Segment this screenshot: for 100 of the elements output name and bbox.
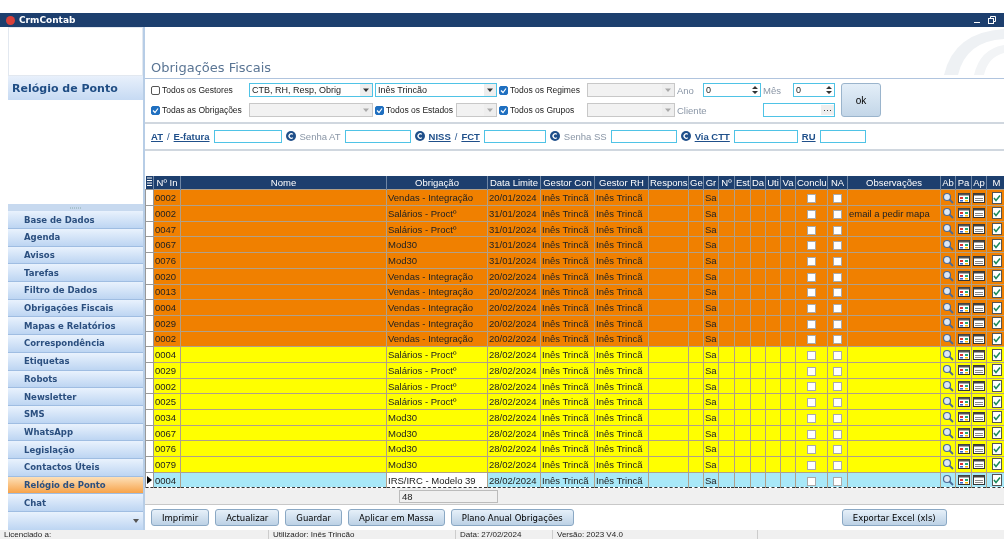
grid-icon[interactable] [957, 442, 970, 455]
ctt-link[interactable]: Via CTT [694, 130, 730, 142]
checked-document-icon[interactable] [990, 254, 1003, 267]
dropdown-caret-icon[interactable] [360, 84, 372, 97]
at-link[interactable]: AT [151, 130, 163, 142]
grid-icon[interactable] [957, 332, 970, 345]
at-field[interactable] [213, 129, 282, 143]
checkbox[interactable] [833, 304, 842, 314]
window-icon[interactable] [973, 223, 985, 236]
password-field[interactable] [610, 129, 677, 143]
checkbox[interactable] [833, 460, 842, 470]
grid-icon[interactable] [957, 191, 970, 204]
grid-icon[interactable] [957, 223, 970, 236]
window-icon[interactable] [973, 442, 985, 455]
niss-field[interactable] [483, 129, 546, 143]
export-button[interactable]: Exportar Excel (xls) [841, 509, 947, 526]
action-button[interactable]: Imprimir [151, 509, 210, 526]
magnifier-icon[interactable] [942, 474, 954, 487]
checkbox[interactable] [807, 445, 816, 455]
password-field[interactable] [344, 129, 411, 143]
sidebar-item[interactable]: Legislação [8, 441, 143, 459]
grid-icon[interactable] [957, 395, 970, 408]
magnifier-icon[interactable] [942, 348, 954, 361]
checkbox[interactable] [807, 194, 816, 204]
window-icon[interactable] [973, 380, 985, 392]
window-icon[interactable] [973, 474, 985, 487]
checked-document-icon[interactable] [990, 238, 1003, 251]
checkbox[interactable] [807, 398, 816, 408]
checkbox[interactable] [833, 476, 842, 486]
checkbox[interactable] [833, 241, 842, 251]
grid-icon[interactable] [957, 348, 970, 361]
sidebar-item[interactable]: Correspondência [8, 335, 143, 353]
manager-dropdown[interactable]: Inês Trincão [375, 83, 497, 98]
grid-row[interactable]: 0002 Vendas - Integração 20/01/2024 Inês Trincã Inês Trincã Sa [145, 189, 1004, 206]
checkbox[interactable] [833, 366, 842, 376]
sidebar-item[interactable]: Mapas e Relatórios [8, 317, 143, 336]
action-button[interactable]: Aplicar em Massa [348, 509, 445, 526]
copy-icon[interactable] [285, 131, 296, 142]
magnifier-icon[interactable] [942, 270, 954, 283]
column-header[interactable]: Conclu [795, 176, 828, 190]
window-icon[interactable] [973, 364, 985, 377]
window-icon[interactable] [973, 332, 985, 345]
checkbox[interactable] [833, 413, 842, 423]
grid-icon[interactable] [957, 427, 970, 440]
checkbox[interactable] [807, 366, 816, 376]
checkbox[interactable] [833, 225, 842, 235]
checked-document-icon[interactable] [990, 380, 1003, 392]
checkbox[interactable] [151, 85, 160, 95]
efatura-link[interactable]: E-fatura [173, 130, 210, 142]
checkbox[interactable] [807, 257, 816, 266]
checked-document-icon[interactable] [990, 395, 1003, 408]
grid-icon[interactable] [957, 411, 970, 424]
checkbox[interactable] [807, 429, 816, 439]
grid-icon[interactable] [957, 285, 970, 298]
window-icon[interactable] [973, 411, 985, 424]
checkbox[interactable] [833, 445, 842, 455]
client-field[interactable]: ··· [763, 103, 835, 118]
checkbox[interactable] [807, 241, 816, 251]
checked-document-icon[interactable] [990, 285, 1003, 298]
browse-button[interactable]: ··· [821, 105, 834, 116]
grip-icon[interactable] [146, 177, 152, 187]
grid-icon[interactable] [957, 207, 970, 220]
checked-document-icon[interactable] [990, 207, 1003, 220]
checkbox[interactable] [833, 194, 842, 204]
spinner-arrows-icon[interactable] [750, 84, 760, 97]
sidebar-item[interactable]: Tarefas [8, 264, 143, 283]
sidebar-item[interactable]: Filtro de Dados [8, 282, 143, 300]
column-header[interactable]: Gestor RH [594, 176, 649, 190]
grid-icon[interactable] [957, 380, 970, 392]
grid-icon[interactable] [957, 254, 970, 267]
caret-icon[interactable] [133, 519, 139, 523]
window-icon[interactable] [973, 317, 985, 330]
checkbox[interactable] [807, 476, 816, 486]
magnifier-icon[interactable] [942, 191, 954, 204]
checkbox[interactable] [833, 429, 842, 439]
checkbox[interactable] [833, 398, 842, 408]
magnifier-icon[interactable] [942, 317, 954, 330]
action-button[interactable]: Plano Anual Obrigações [450, 509, 574, 526]
magnifier-icon[interactable] [942, 458, 954, 471]
window-icon[interactable] [973, 238, 985, 251]
checked-document-icon[interactable] [990, 411, 1003, 424]
niss-link[interactable]: NISS [428, 130, 451, 142]
checkbox[interactable] [807, 319, 816, 329]
checkbox[interactable] [151, 105, 160, 115]
checked-document-icon[interactable] [990, 301, 1003, 314]
column-header[interactable]: Data Limite [487, 176, 541, 190]
checked-document-icon[interactable] [990, 474, 1003, 487]
window-icon[interactable] [973, 191, 985, 204]
checked-document-icon[interactable] [990, 332, 1003, 345]
window-icon[interactable] [973, 458, 985, 471]
ru-link[interactable]: RU [801, 130, 816, 142]
checkbox[interactable] [833, 335, 842, 345]
column-header[interactable]: NA [827, 176, 848, 190]
checked-document-icon[interactable] [990, 270, 1003, 283]
checkbox[interactable] [807, 351, 816, 361]
action-button[interactable]: Actualizar [215, 509, 280, 526]
year-spinner[interactable]: 0 [703, 83, 761, 98]
window-icon[interactable] [973, 207, 985, 220]
magnifier-icon[interactable] [942, 254, 954, 267]
magnifier-icon[interactable] [942, 395, 954, 408]
